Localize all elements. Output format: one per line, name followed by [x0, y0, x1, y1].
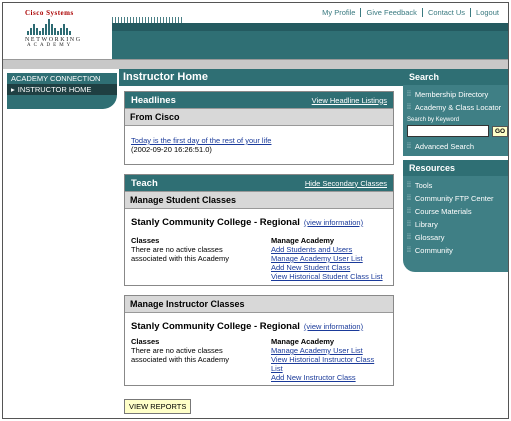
glossary-link[interactable]: ⁞⁞ Glossary: [407, 231, 506, 244]
bullet-icon: ⁞⁞: [407, 195, 411, 202]
left-nav: ACADEMY CONNECTION ▸ INSTRUCTOR HOME: [7, 73, 117, 109]
instructor-classes-text: There are no active classes associated w…: [131, 346, 229, 364]
hide-secondary-classes-link[interactable]: Hide Secondary Classes: [305, 179, 387, 188]
teach-title: Teach: [131, 177, 158, 189]
add-student-class-link[interactable]: Add New Student Class: [271, 263, 387, 272]
advanced-search-link[interactable]: ⁞⁞ Advanced Search: [407, 140, 506, 153]
advanced-search-label: Advanced Search: [414, 142, 475, 151]
go-button[interactable]: GO: [492, 125, 508, 137]
membership-directory-label: Membership Directory: [414, 90, 489, 99]
course-materials-link[interactable]: ⁞⁞ Course Materials: [407, 205, 506, 218]
resources-header: Resources: [403, 160, 508, 176]
view-headline-listings-link[interactable]: View Headline Listings: [312, 96, 387, 105]
bullet-icon: ⁞⁞: [407, 91, 411, 98]
headline-item-link[interactable]: Today is the first day of the rest of yo…: [131, 136, 271, 145]
membership-directory-link[interactable]: ⁞⁞ Membership Directory: [407, 88, 506, 101]
bullet-icon: ⁞⁞: [407, 208, 411, 215]
top-nav: My Profile Give Feedback Contact Us Logo…: [317, 8, 504, 17]
header-banner-top: [112, 23, 508, 31]
bullet-icon: ⁞⁞: [407, 143, 411, 150]
search-body: ⁞⁞ Membership Directory ⁞⁞ Academy & Cla…: [403, 85, 508, 156]
nav-instructor-home[interactable]: ▸ INSTRUCTOR HOME: [7, 84, 117, 95]
student-manage-label: Manage Academy: [271, 236, 335, 245]
nav-instructor-home-label: INSTRUCTOR HOME: [17, 85, 92, 94]
nav-academy-connection[interactable]: ACADEMY CONNECTION: [7, 73, 117, 84]
add-students-link[interactable]: Add Students and Users: [271, 245, 387, 254]
my-profile-link[interactable]: My Profile: [317, 8, 360, 17]
bullet-icon: ▸: [11, 85, 15, 94]
cisco-bridge-icon: [27, 19, 95, 35]
tools-label: Tools: [414, 181, 433, 190]
header-gray-band: [3, 59, 508, 69]
headlines-header: Headlines View Headline Listings: [125, 92, 393, 108]
class-locator-label: Academy & Class Locator: [414, 103, 502, 112]
instructor-manage-label: Manage Academy: [271, 337, 335, 346]
manage-instructor-classes-subhead: Manage Instructor Classes: [125, 296, 393, 313]
view-reports-button[interactable]: VIEW REPORTS: [124, 399, 192, 414]
library-link[interactable]: ⁞⁞ Library: [407, 218, 506, 231]
bullet-icon: ⁞⁞: [407, 247, 411, 254]
student-college-name: Stanly Community College - Regional: [131, 217, 300, 228]
ftp-center-label: Community FTP Center: [414, 194, 494, 203]
instructor-college-name: Stanly Community College - Regional: [131, 321, 300, 332]
student-classes-text: There are no active classes associated w…: [131, 245, 229, 263]
give-feedback-link[interactable]: Give Feedback: [360, 8, 421, 17]
course-materials-label: Course Materials: [414, 207, 472, 216]
instructor-panel: Manage Instructor Classes Stanly Communi…: [124, 295, 394, 386]
glossary-label: Glossary: [414, 233, 445, 242]
student-view-information-link[interactable]: (view information): [304, 218, 363, 227]
community-link[interactable]: ⁞⁞ Community: [407, 244, 506, 257]
instructor-classes-label: Classes: [131, 337, 160, 346]
add-instructor-class-link[interactable]: Add New Instructor Class: [271, 373, 387, 382]
headline-item-date: (2002-09-20 16:26:51.0): [131, 145, 212, 154]
logo-company: Cisco Systems: [25, 9, 74, 17]
ftp-center-link[interactable]: ⁞⁞ Community FTP Center: [407, 192, 506, 205]
right-sidebar-tail: [403, 260, 508, 272]
class-locator-link[interactable]: ⁞⁞ Academy & Class Locator: [407, 101, 506, 114]
teach-header: Teach Hide Secondary Classes: [125, 175, 393, 191]
headlines-panel: Headlines View Headline Listings From Ci…: [124, 91, 394, 165]
student-classes-label: Classes: [131, 236, 160, 245]
teach-panel: Teach Hide Secondary Classes Manage Stud…: [124, 174, 394, 286]
historical-student-class-link[interactable]: View Historical Student Class List: [271, 272, 387, 281]
bullet-icon: ⁞⁞: [407, 221, 411, 228]
library-label: Library: [414, 220, 438, 229]
page-frame: Cisco Systems NETWORKING ACADEMY My Prof…: [2, 2, 509, 419]
manage-user-list-link[interactable]: Manage Academy User List: [271, 254, 387, 263]
from-cisco-subhead: From Cisco: [125, 108, 393, 126]
keyword-search-input[interactable]: [407, 125, 489, 137]
historical-instructor-class-link[interactable]: View Historical Instructor Class List: [271, 355, 387, 373]
tools-link[interactable]: ⁞⁞ Tools: [407, 179, 506, 192]
student-college: Stanly Community College - Regional (vie…: [131, 217, 387, 228]
logo-line2: ACADEMY: [27, 43, 74, 48]
left-nav-tail: [7, 95, 117, 109]
headlines-title: Headlines: [131, 94, 176, 106]
page-title: Instructor Home: [119, 69, 403, 86]
manage-student-classes-subhead: Manage Student Classes: [125, 191, 393, 209]
search-header: Search: [403, 69, 508, 85]
logout-link[interactable]: Logout: [470, 8, 504, 17]
bullet-icon: ⁞⁞: [407, 234, 411, 241]
right-sidebar: Search ⁞⁞ Membership Directory ⁞⁞ Academ…: [403, 69, 508, 272]
community-label: Community: [414, 246, 453, 255]
cisco-academy-logo[interactable]: Cisco Systems NETWORKING ACADEMY: [25, 9, 95, 57]
bullet-icon: ⁞⁞: [407, 182, 411, 189]
contact-us-link[interactable]: Contact Us: [421, 8, 470, 17]
keyword-label: Search by Keyword: [407, 117, 460, 123]
instructor-manage-user-list-link[interactable]: Manage Academy User List: [271, 346, 387, 355]
resources-body: ⁞⁞ Tools ⁞⁞ Community FTP Center ⁞⁞ Cour…: [403, 176, 508, 260]
bullet-icon: ⁞⁞: [407, 104, 411, 111]
instructor-view-information-link[interactable]: (view information): [304, 322, 363, 331]
instructor-college: Stanly Community College - Regional (vie…: [131, 321, 387, 332]
